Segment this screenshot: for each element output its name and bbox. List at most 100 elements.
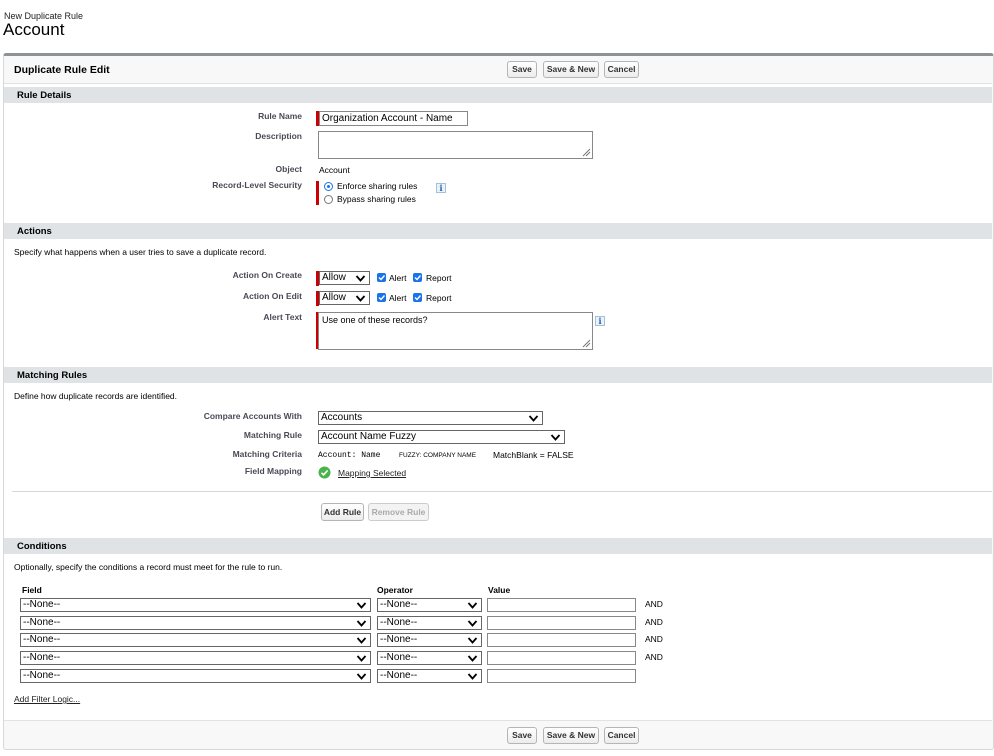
section-heading: Conditions: [17, 541, 67, 552]
matching-criteria-label: Matching Criteria: [232, 449, 302, 459]
section-actions: Actions: [4, 223, 992, 239]
rule-name-input[interactable]: Organization Account - Name: [319, 111, 468, 126]
panel-title: Duplicate Rule Edit: [14, 64, 110, 76]
chevron-down-icon: [356, 673, 367, 680]
save-button-top[interactable]: Save: [507, 61, 537, 78]
section-rule-details: Rule Details: [4, 87, 992, 103]
description-textarea[interactable]: [318, 131, 593, 159]
save-new-button-top[interactable]: Save & New: [543, 61, 599, 78]
save-new-button-bottom[interactable]: Save & New: [543, 727, 599, 744]
select-value: --None--: [380, 669, 418, 681]
section-heading: Actions: [17, 226, 52, 237]
matching-rule-select[interactable]: Account Name Fuzzy: [318, 430, 565, 444]
condition-join-label: AND: [645, 634, 663, 645]
condition-operator-select[interactable]: --None--: [377, 615, 482, 630]
report-checkbox-edit[interactable]: [413, 293, 422, 302]
action-on-edit-label: Action On Edit: [242, 291, 302, 301]
chevron-down-icon: [550, 434, 561, 441]
chevron-down-icon: [356, 620, 367, 627]
compare-accounts-select[interactable]: Accounts: [318, 411, 543, 425]
chevron-down-icon: [467, 655, 478, 662]
condition-value-input[interactable]: [487, 598, 636, 612]
alert-text-label: Alert Text: [263, 312, 302, 322]
section-matching-rules: Matching Rules: [4, 367, 992, 383]
condition-operator-select[interactable]: --None--: [377, 651, 482, 666]
condition-value-input[interactable]: [487, 668, 636, 683]
cancel-button-bottom[interactable]: Cancel: [604, 727, 639, 744]
section-conditions: Conditions: [4, 538, 992, 554]
add-rule-button[interactable]: Add Rule: [321, 503, 364, 521]
condition-value-input[interactable]: [487, 615, 636, 630]
alert-checkbox-create[interactable]: [377, 273, 386, 282]
chevron-down-icon: [467, 602, 478, 609]
alert-label: Alert: [389, 273, 407, 283]
bypass-sharing-radio[interactable]: [324, 195, 333, 204]
select-value: Accounts: [321, 412, 363, 423]
chevron-down-icon: [356, 637, 367, 645]
alert-checkbox-edit[interactable]: [377, 293, 386, 302]
chevron-down-icon: [355, 295, 366, 302]
mapping-selected-link[interactable]: Mapping Selected: [338, 468, 406, 478]
compare-label: Compare Accounts With: [203, 411, 302, 421]
select-value: --None--: [23, 634, 61, 646]
select-value: --None--: [380, 634, 418, 646]
column-header-operator: Operator: [377, 585, 413, 595]
column-header-value: Value: [488, 585, 511, 595]
resize-grip-icon[interactable]: [582, 339, 591, 348]
check-circle-icon: [318, 466, 331, 479]
report-checkbox-create[interactable]: [413, 273, 422, 282]
check-icon: [378, 295, 386, 301]
object-value: Account: [319, 165, 350, 175]
chevron-down-icon: [467, 673, 478, 680]
condition-value-input[interactable]: [487, 633, 636, 648]
select-value: Allow: [322, 272, 346, 283]
check-icon: [414, 295, 422, 301]
select-value: --None--: [380, 599, 418, 610]
chevron-down-icon: [467, 637, 478, 645]
cancel-button-top[interactable]: Cancel: [604, 61, 639, 78]
enforce-sharing-radio[interactable]: [324, 182, 333, 191]
select-value: --None--: [23, 652, 61, 664]
condition-field-select[interactable]: --None--: [20, 668, 371, 683]
condition-field-select[interactable]: --None--: [20, 633, 371, 648]
column-header-field: Field: [22, 585, 42, 595]
action-on-create-select[interactable]: Allow: [319, 271, 370, 285]
info-icon[interactable]: i: [436, 183, 446, 193]
actions-help-text: Specify what happens when a user tries t…: [14, 247, 267, 257]
check-icon: [414, 275, 422, 281]
page-title: Account: [3, 20, 65, 39]
panel-header: [4, 56, 992, 84]
bypass-sharing-label: Bypass sharing rules: [337, 194, 416, 204]
condition-operator-select[interactable]: --None--: [377, 598, 482, 612]
condition-value-input[interactable]: [487, 651, 636, 666]
select-value: --None--: [23, 669, 61, 681]
condition-field-select[interactable]: --None--: [20, 598, 371, 612]
condition-operator-select[interactable]: --None--: [377, 668, 482, 683]
field-mapping-label: Field Mapping: [244, 466, 302, 476]
condition-join-label: AND: [645, 652, 663, 663]
divider: [4, 720, 992, 721]
alert-label: Alert: [389, 293, 407, 303]
add-filter-logic-link[interactable]: Add Filter Logic...: [14, 694, 80, 704]
info-icon[interactable]: i: [595, 316, 605, 326]
condition-field-select[interactable]: --None--: [20, 615, 371, 630]
rule-name-label: Rule Name: [258, 111, 302, 121]
object-label: Object: [275, 164, 302, 174]
conditions-help-text: Optionally, specify the conditions a rec…: [14, 562, 283, 572]
chevron-down-icon: [528, 415, 539, 422]
action-on-edit-select[interactable]: Allow: [319, 291, 370, 305]
criteria-blank: MatchBlank = FALSE: [493, 450, 574, 460]
condition-join-label: AND: [645, 616, 663, 627]
section-heading: Rule Details: [17, 90, 72, 101]
resize-grip-icon[interactable]: [582, 148, 591, 157]
select-value: --None--: [380, 652, 418, 664]
condition-join-label: AND: [645, 599, 663, 609]
save-button-bottom[interactable]: Save: [507, 727, 537, 744]
select-value: --None--: [380, 616, 418, 628]
divider: [12, 491, 992, 492]
condition-field-select[interactable]: --None--: [20, 651, 371, 666]
select-value: --None--: [23, 599, 61, 610]
alert-text-textarea[interactable]: Use one of these records?: [318, 312, 593, 350]
remove-rule-button[interactable]: Remove Rule: [368, 503, 429, 521]
condition-operator-select[interactable]: --None--: [377, 633, 482, 648]
